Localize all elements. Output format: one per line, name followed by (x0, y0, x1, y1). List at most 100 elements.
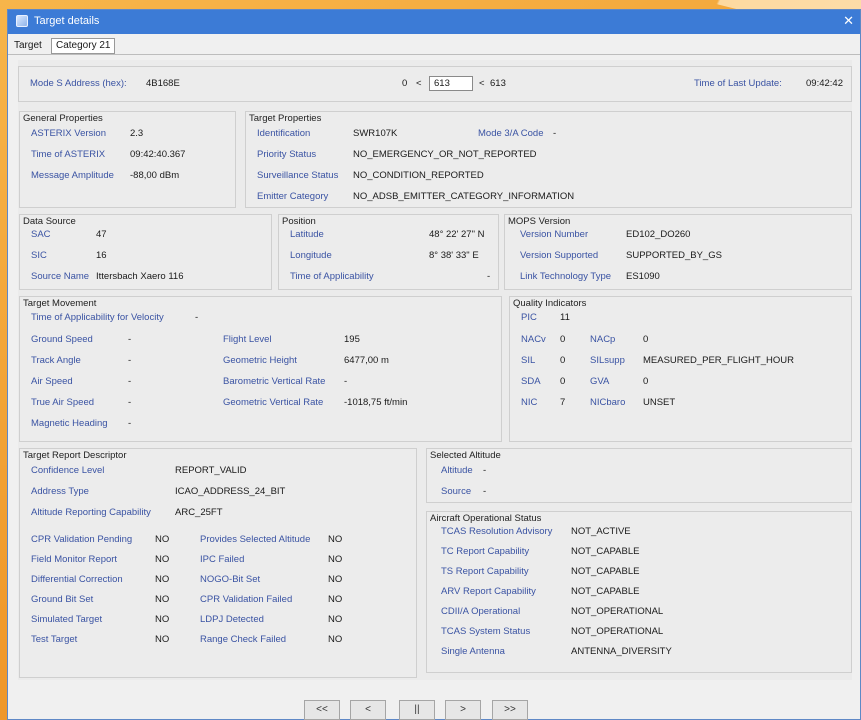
emitter-category-label: Emitter Category (257, 191, 329, 202)
data-source-title: Data Source (23, 216, 76, 227)
next-button[interactable]: > (445, 700, 481, 720)
barometric-vertical-rate-value: - (344, 376, 348, 387)
priority-status-label: Priority Status (257, 149, 317, 160)
target-movement-panel: Target Movement Time of Applicability fo… (19, 296, 502, 442)
message-index-spinner[interactable]: 613 (429, 76, 473, 91)
ground-speed-value: - (128, 334, 132, 345)
first-button[interactable]: << (304, 700, 340, 720)
true-air-speed-label: True Air Speed (31, 397, 95, 408)
message-amplitude-value: -88,00 dBm (130, 170, 180, 181)
selected-altitude-label: Altitude (441, 465, 473, 476)
previous-button[interactable]: < (350, 700, 386, 720)
tcas-system-status-value: NOT_OPERATIONAL (571, 626, 664, 637)
nacp-value: 0 (643, 334, 649, 345)
toa-velocity-value: - (195, 312, 199, 323)
silsupp-label: SILsupp (590, 355, 625, 366)
nacv-value: 0 (560, 334, 566, 345)
tcas-ra-label: TCAS Resolution Advisory (441, 526, 553, 537)
surveillance-status-value: NO_CONDITION_REPORTED (353, 170, 484, 181)
window-titlebar[interactable]: Target details ✕ (8, 10, 860, 34)
confidence-level-label: Confidence Level (31, 465, 105, 476)
confidence-level-value: REPORT_VALID (175, 465, 247, 476)
selected-altitude-source-value: - (483, 486, 487, 497)
range-check-failed-label: Range Check Failed (200, 634, 287, 645)
cpr-validation-pending-label: CPR Validation Pending (31, 534, 133, 545)
nic-label: NIC (521, 397, 538, 408)
last-update-value: 09:42:42 (806, 78, 843, 89)
target-properties-panel: Target Properties Identification SWR107K… (245, 111, 852, 208)
nogo-bit-label: NOGO-Bit Set (200, 574, 261, 585)
counter-lt-2: < (479, 78, 485, 89)
address-type-label: Address Type (31, 486, 89, 497)
general-properties-title: General Properties (23, 113, 103, 124)
differential-correction-label: Differential Correction (31, 574, 123, 585)
version-number-value: ED102_DO260 (626, 229, 691, 240)
track-angle-value: - (128, 355, 132, 366)
nicbaro-label: NICbaro (590, 397, 626, 408)
quality-indicators-title: Quality Indicators (513, 298, 587, 309)
data-source-panel: Data Source SAC 47 SIC 16 Source Name It… (19, 214, 272, 290)
target-movement-title: Target Movement (23, 298, 97, 309)
header-panel: Mode S Address (hex): 4B168E 0 < 613 < 6… (18, 66, 852, 102)
tab-category-21[interactable]: Category 21 (51, 38, 116, 54)
source-name-label: Source Name (31, 271, 90, 282)
ground-speed-label: Ground Speed (31, 334, 93, 345)
emitter-category-value: NO_ADSB_EMITTER_CATEGORY_INFORMATION (353, 191, 575, 202)
tcas-ra-value: NOT_ACTIVE (571, 526, 631, 537)
field-monitor-value: NO (155, 554, 170, 565)
selected-altitude-value: - (483, 465, 487, 476)
tcas-system-status-label: TCAS System Status (441, 626, 531, 637)
position-panel: Position Latitude 48° 22' 27" N Longitud… (278, 214, 499, 290)
general-properties-panel: General Properties ASTERIX Version 2.3 T… (19, 111, 236, 208)
counter-max: 613 (490, 78, 506, 89)
selected-altitude-panel: Selected Altitude Altitude - Source - (426, 448, 852, 503)
time-of-asterix-value: 09:42:40.367 (130, 149, 186, 160)
mops-version-panel: MOPS Version Version Number ED102_DO260 … (504, 214, 852, 290)
target-report-descriptor-panel: Target Report Descriptor Confidence Leve… (19, 448, 417, 678)
track-angle-label: Track Angle (31, 355, 81, 366)
flight-level-value: 195 (344, 334, 360, 345)
asterix-version-label: ASTERIX Version (31, 128, 106, 139)
last-update-label: Time of Last Update: (694, 78, 782, 89)
ipc-failed-value: NO (328, 554, 343, 565)
address-type-value: ICAO_ADDRESS_24_BIT (175, 486, 286, 497)
close-icon[interactable]: ✕ (843, 13, 854, 29)
tab-target[interactable]: Target (10, 38, 46, 54)
sda-value: 0 (560, 376, 566, 387)
provides-selected-altitude-label: Provides Selected Altitude (200, 534, 311, 545)
geometric-vertical-rate-value: -1018,75 ft/min (344, 397, 408, 408)
single-antenna-value: ANTENNA_DIVERSITY (571, 646, 672, 657)
mode-s-value: 4B168E (146, 78, 180, 89)
sic-label: SIC (31, 250, 47, 261)
quality-indicators-panel: Quality Indicators PIC 11 NACv 0 NACp 0 … (509, 296, 852, 442)
ground-bit-value: NO (155, 594, 170, 605)
latitude-value: 48° 22' 27" N (429, 229, 485, 240)
source-name-value: Ittersbach Xaero 116 (96, 271, 184, 282)
air-speed-label: Air Speed (31, 376, 73, 387)
altitude-reporting-label: Altitude Reporting Capability (31, 507, 151, 518)
mode-3a-value: - (553, 128, 557, 139)
identification-value: SWR107K (353, 128, 398, 139)
sil-label: SIL (521, 355, 536, 366)
cpr-validation-failed-label: CPR Validation Failed (200, 594, 293, 605)
toa-velocity-label: Time of Applicability for Velocity (31, 312, 164, 323)
mode-s-label: Mode S Address (hex): (30, 78, 127, 89)
arv-report-label: ARV Report Capability (441, 586, 536, 597)
provides-selected-altitude-value: NO (328, 534, 343, 545)
differential-correction-value: NO (155, 574, 170, 585)
sac-label: SAC (31, 229, 51, 240)
pause-button[interactable]: || (399, 700, 435, 720)
ldpj-detected-value: NO (328, 614, 343, 625)
version-supported-label: Version Supported (520, 250, 599, 261)
mops-version-title: MOPS Version (508, 216, 571, 227)
ts-report-value: NOT_CAPABLE (571, 566, 640, 577)
ldpj-detected-label: LDPJ Detected (200, 614, 264, 625)
priority-status-value: NO_EMERGENCY_OR_NOT_REPORTED (353, 149, 537, 160)
link-technology-label: Link Technology Type (520, 271, 612, 282)
nacv-label: NACv (521, 334, 546, 345)
last-button[interactable]: >> (492, 700, 528, 720)
nogo-bit-value: NO (328, 574, 343, 585)
tab-divider (8, 54, 860, 55)
time-of-asterix-label: Time of ASTERIX (31, 149, 106, 160)
message-index-value[interactable]: 613 (434, 78, 450, 89)
